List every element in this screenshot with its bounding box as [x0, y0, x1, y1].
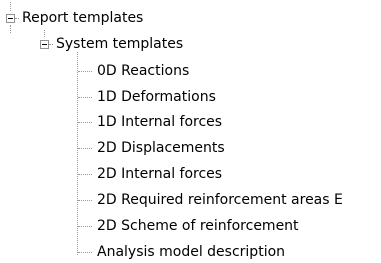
tree-line-root-upper	[10, 2, 11, 11]
tree-line-leaf	[78, 200, 92, 201]
tree-line-leaf	[78, 97, 92, 98]
collapse-icon[interactable]	[40, 40, 49, 49]
tree-line-leaf	[78, 122, 92, 123]
collapse-icon[interactable]	[6, 14, 15, 23]
tree-leaf-label[interactable]: 1D Deformations	[97, 86, 216, 108]
tree-leaf-label[interactable]: 2D Scheme of reinforcement	[97, 215, 299, 237]
tree-line-leaf	[78, 148, 92, 149]
tree-node-label[interactable]: Report templates	[22, 7, 143, 29]
tree-leaf-label[interactable]: 2D Displacements	[97, 137, 225, 159]
tree-line-system-h	[49, 44, 53, 45]
tree-line-leaf	[78, 174, 92, 175]
tree-line-root-h	[15, 18, 19, 19]
tree-line-leaf	[78, 252, 92, 253]
tree-leaf-label[interactable]: 2D Required reinforcement areas E	[97, 189, 343, 211]
tree-leaf-label[interactable]: 0D Reactions	[97, 60, 189, 82]
tree-leaf-label[interactable]: Analysis model description	[97, 241, 285, 263]
tree-node-label[interactable]: System templates	[56, 33, 183, 55]
tree-line-root-lower	[10, 25, 11, 33]
report-templates-tree[interactable]: Report templates System templates 0D Rea…	[0, 0, 381, 262]
tree-line-system-upper	[44, 30, 45, 37]
tree-line-leaf	[78, 71, 92, 72]
tree-line-leaf	[78, 226, 92, 227]
tree-leaf-label[interactable]: 2D Internal forces	[97, 163, 222, 185]
tree-leaf-label[interactable]: 1D Internal forces	[97, 111, 222, 133]
tree-line-system-children	[77, 52, 78, 255]
